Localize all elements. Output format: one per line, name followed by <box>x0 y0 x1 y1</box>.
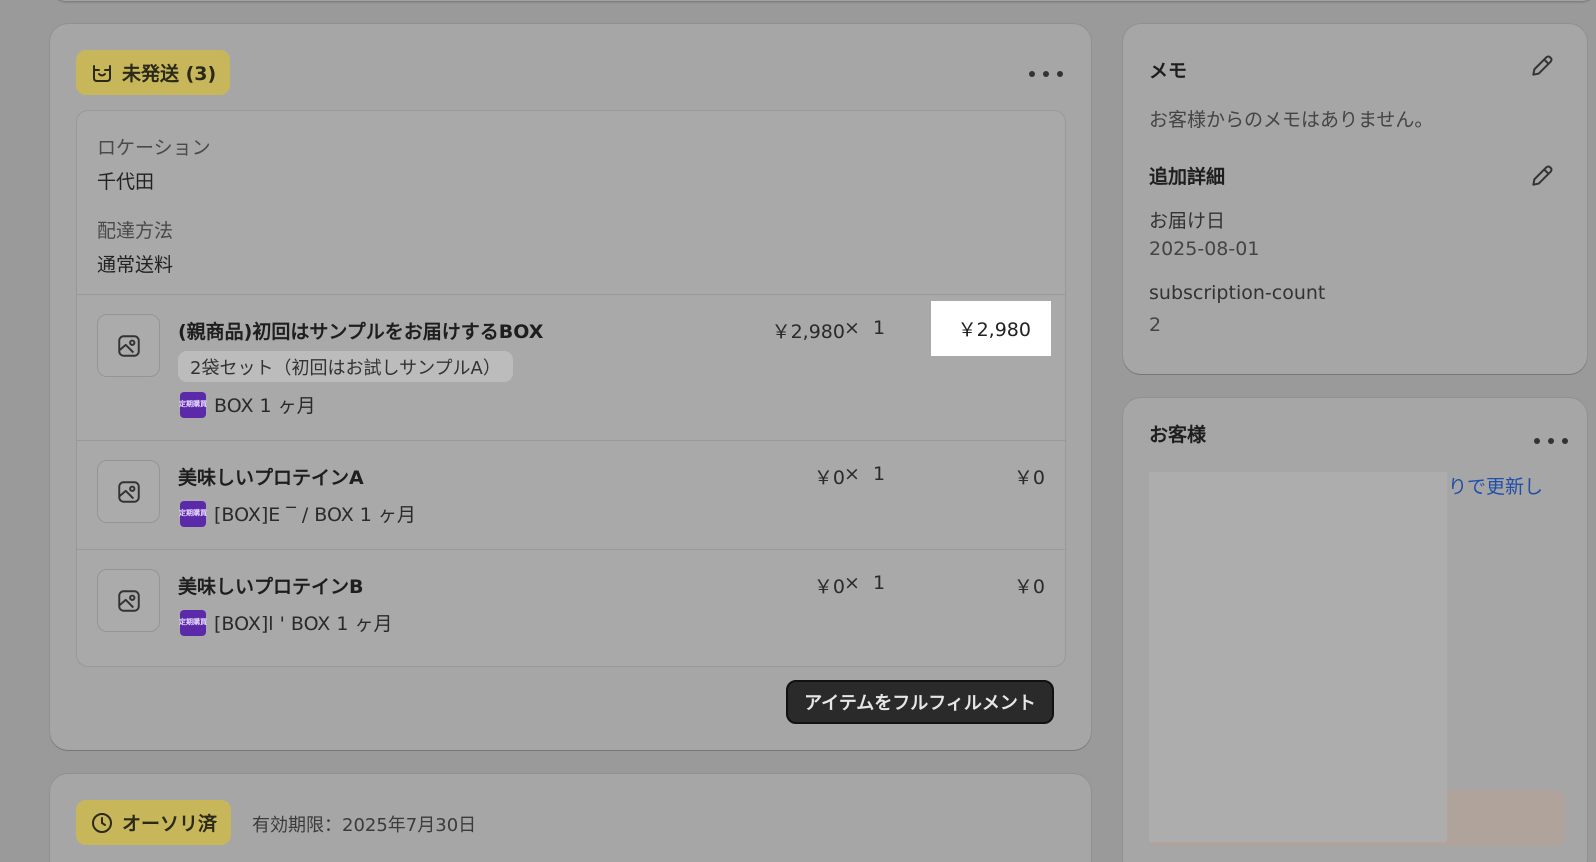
subscription-label: BOX 1 ヶ月 <box>214 395 316 417</box>
redacted-region <box>1149 472 1447 842</box>
line-total: ￥0 <box>1013 576 1045 598</box>
authorized-status-badge: オーソリ済 <box>76 800 232 845</box>
quantity: 1 <box>873 317 886 339</box>
multiply-sign: × <box>844 317 860 339</box>
image-placeholder-icon[interactable] <box>97 314 160 377</box>
delivery-section: 配達方法 通常送料 <box>97 216 173 277</box>
item-title[interactable]: 美味しいプロテインB <box>178 572 363 599</box>
fulfill-items-button[interactable]: アイテムをフルフィルメント <box>786 680 1054 724</box>
pencil-icon[interactable] <box>1529 53 1555 79</box>
more-actions-icon[interactable] <box>1029 64 1063 84</box>
subscription-app-icon: 定期購買 <box>179 391 207 418</box>
memo-title: メモ <box>1149 60 1188 82</box>
line-item: (親商品)初回はサンプルをお届けするBOX 2袋セット（初回はお試しサンプルA）… <box>77 295 1065 440</box>
location-label: ロケーション <box>97 137 211 159</box>
image-placeholder-icon[interactable] <box>97 460 160 523</box>
unfulfilled-status-badge: 未発送 (3) <box>76 50 231 95</box>
unfulfilled-badge-label: 未発送 (3) <box>122 63 217 85</box>
fulfillment-box: ロケーション 千代田 配達方法 通常送料 (親商品)初回はサンプルをお届けするB… <box>76 110 1066 667</box>
variant-pill: 2袋セット（初回はお試しサンプルA） <box>178 351 513 382</box>
memo-empty-text: お客様からのメモはありません。 <box>1149 109 1434 131</box>
unit-price: ￥0 <box>813 467 845 489</box>
line-item: 美味しいプロテインB 定期購買 [BOX]l ' BOX 1 ヶ月 ￥0 × 1… <box>77 550 1065 658</box>
additional-details-title: 追加詳細 <box>1149 166 1226 188</box>
location-value: 千代田 <box>97 171 155 193</box>
line-total-value: ￥2,980 <box>957 319 1031 341</box>
more-actions-icon[interactable] <box>1534 431 1568 451</box>
multiply-sign: × <box>844 463 860 485</box>
quantity: 1 <box>873 572 886 594</box>
subscription-row: 定期購買 [BOX]E ‾ / BOX 1 ヶ月 <box>179 500 416 527</box>
subscription-count-value: 2 <box>1149 314 1162 336</box>
subscription-row: 定期購買 [BOX]l ' BOX 1 ヶ月 <box>179 609 393 636</box>
location-section: ロケーション 千代田 <box>97 133 211 194</box>
subscription-app-icon: 定期購買 <box>179 500 207 527</box>
subscription-label: [BOX]E ‾ / BOX 1 ヶ月 <box>214 504 416 526</box>
pencil-icon[interactable] <box>1529 163 1555 189</box>
delivery-method-value: 通常送料 <box>97 254 174 276</box>
customer-title: お客様 <box>1149 424 1207 446</box>
delivery-date-value: 2025-08-01 <box>1149 238 1260 260</box>
subscription-count-label: subscription-count <box>1149 282 1326 304</box>
subscription-row: 定期購買 BOX 1 ヶ月 <box>179 391 316 418</box>
item-title[interactable]: (親商品)初回はサンプルをお届けするBOX <box>178 317 543 344</box>
clock-icon <box>92 812 112 833</box>
quantity: 1 <box>873 463 886 485</box>
item-title[interactable]: 美味しいプロテインA <box>178 463 364 490</box>
delivery-date-label: お届け日 <box>1149 210 1226 232</box>
memo-card: メモ お客様からのメモはありません。 追加詳細 お届け日 2025-08-01 … <box>1123 24 1587 374</box>
unfulfilled-card: 未発送 (3) ロケーション 千代田 配達方法 通常送料 (親商品)初回はサンプ… <box>50 24 1091 750</box>
unit-price: ￥2,980 <box>771 321 845 343</box>
authorized-badge-label: オーソリ済 <box>122 813 218 835</box>
unit-price: ￥0 <box>813 576 845 598</box>
image-placeholder-icon[interactable] <box>97 569 160 632</box>
line-item: 美味しいプロテインA 定期購買 [BOX]E ‾ / BOX 1 ヶ月 ￥0 ×… <box>77 441 1065 549</box>
authorization-expiry: 有効期限：2025年7月30日 <box>252 815 477 836</box>
subscription-app-icon: 定期購買 <box>179 609 207 636</box>
multiply-sign: × <box>844 572 860 594</box>
customer-update-link[interactable]: りで更新し <box>1448 472 1543 499</box>
package-icon <box>93 64 111 82</box>
line-total: ￥2,980 <box>931 301 1051 356</box>
authorized-card: オーソリ済 有効期限：2025年7月30日 <box>50 774 1091 862</box>
top-card-edge <box>52 0 1596 1</box>
subscription-label: [BOX]l ' BOX 1 ヶ月 <box>214 613 393 635</box>
line-total: ￥0 <box>1013 467 1045 489</box>
delivery-method-label: 配達方法 <box>97 220 174 242</box>
